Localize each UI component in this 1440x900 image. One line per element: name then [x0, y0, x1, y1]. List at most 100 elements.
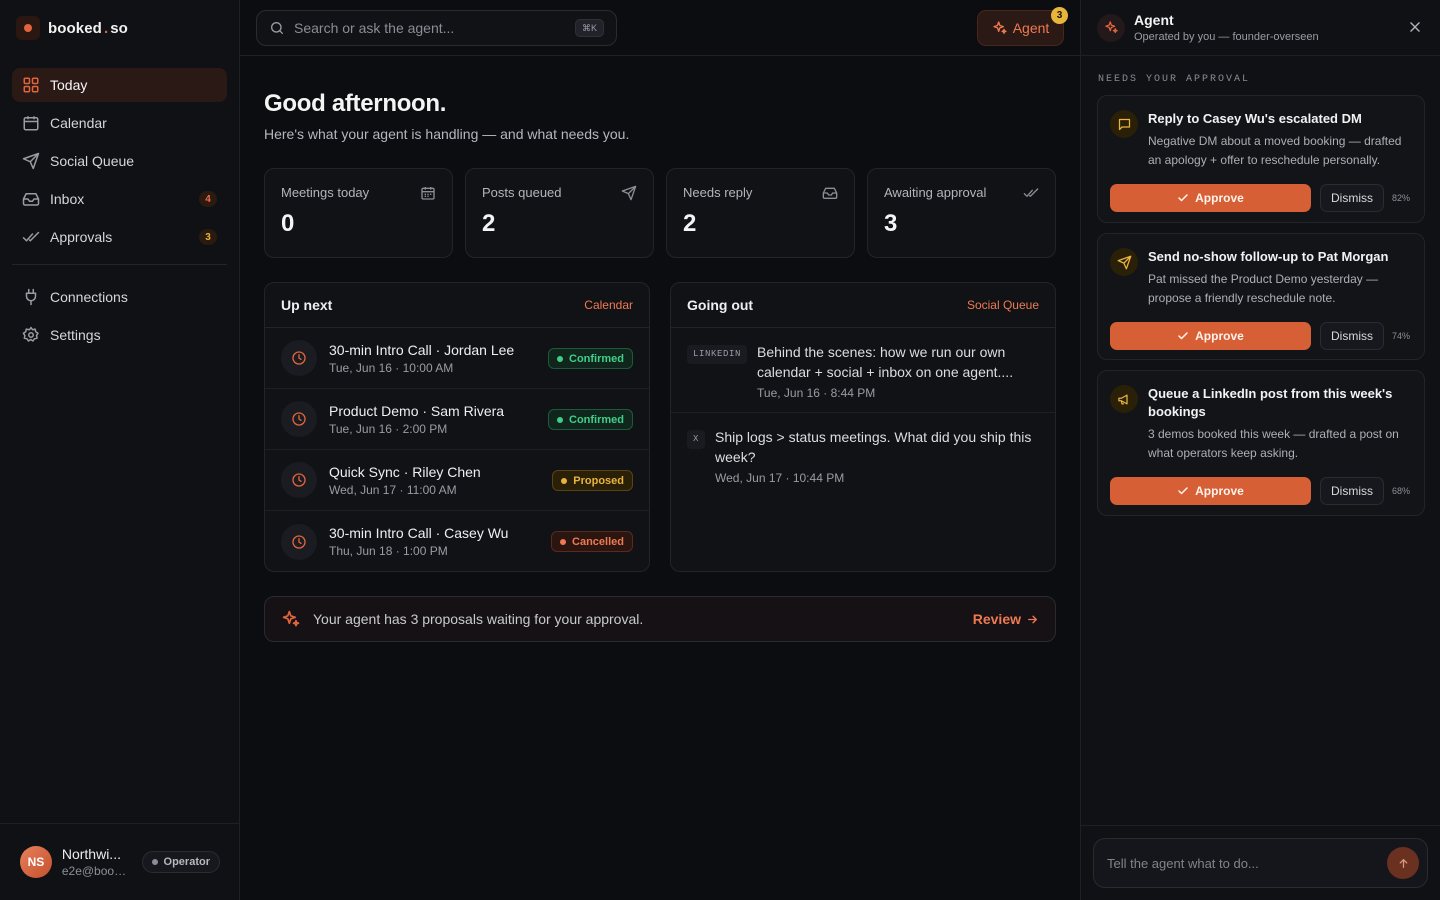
- agent-subtitle: Operated by you — founder-overseen: [1134, 31, 1319, 43]
- social-queue-link[interactable]: Social Queue: [967, 298, 1039, 312]
- event-time: Tue, Jun 16 · 2:00 PM: [329, 421, 448, 436]
- search-bar[interactable]: ⌘K: [256, 10, 617, 46]
- clock-icon: [281, 523, 317, 560]
- proposal-header: Reply to Casey Wu's escalated DM Negativ…: [1110, 110, 1410, 170]
- agent-title: Agent: [1134, 12, 1174, 28]
- sparkle-icon: [282, 610, 300, 627]
- user-account[interactable]: NS Northwi... e2e@book... Operator: [0, 823, 240, 900]
- event-info: Product Demo · Sam Rivera Tue, Jun 16 · …: [329, 403, 504, 436]
- stat-card-posts: Posts queued 2: [465, 168, 654, 258]
- agent-composer[interactable]: [1093, 838, 1428, 888]
- check-icon: [1178, 332, 1188, 340]
- event-time: Tue, Jun 16 · 10:00 AM: [329, 360, 454, 375]
- event-time: Thu, Jun 18 · 1:00 PM: [329, 544, 448, 558]
- panel-title: Going out: [687, 297, 754, 313]
- post-time: Tue, Jun 16 · 8:44 PM: [757, 386, 876, 400]
- approve-button[interactable]: Approve: [1110, 184, 1311, 212]
- dismiss-button[interactable]: Dismiss: [1319, 477, 1384, 505]
- inbox-icon: [22, 193, 40, 206]
- confidence-score: 68%: [1391, 486, 1410, 496]
- agent-input[interactable]: [1107, 855, 1387, 871]
- post-text: Ship logs > status meetings. What did yo…: [715, 429, 1032, 465]
- proposal-header: Queue a LinkedIn post from this week's b…: [1110, 385, 1410, 463]
- send-icon: [22, 152, 40, 170]
- grid-icon: [23, 77, 39, 93]
- dismiss-button[interactable]: Dismiss: [1319, 322, 1384, 350]
- user-email: e2e@book...: [61, 864, 130, 878]
- proposal-actions: Approve Dismiss 68%: [1110, 477, 1410, 505]
- approve-button[interactable]: Approve: [1110, 477, 1311, 505]
- going-out-panel: Going out Social Queue LINKEDIN Behind t…: [670, 282, 1056, 572]
- sparkle-icon: [993, 21, 1007, 34]
- section-label: NEEDS YOUR APPROVAL: [1098, 74, 1251, 85]
- proposal-card: Reply to Casey Wu's escalated DM Negativ…: [1097, 95, 1425, 223]
- event-info: Quick Sync · Riley Chen Wed, Jun 17 · 11…: [329, 464, 481, 497]
- event-row[interactable]: Product Demo · Sam Rivera Tue, Jun 16 · …: [265, 389, 649, 450]
- event-row[interactable]: 30-min Intro Call · Jordan Lee Tue, Jun …: [265, 328, 649, 389]
- proposal-desc: Pat missed the Product Demo yesterday — …: [1148, 272, 1379, 305]
- approve-label: Approve: [1195, 484, 1244, 498]
- send-button[interactable]: [1387, 847, 1419, 879]
- composer-divider: [1081, 825, 1440, 826]
- user-name: Northwi...: [61, 846, 121, 862]
- brand-logo[interactable]: booked. so: [16, 16, 128, 40]
- event-title: Quick Sync · Riley Chen: [329, 463, 481, 480]
- event-row[interactable]: Quick Sync · Riley Chen Wed, Jun 17 · 11…: [265, 450, 649, 511]
- message-icon: [1110, 110, 1138, 138]
- event-time: Wed, Jun 17 · 11:00 AM: [329, 482, 457, 497]
- proposal-title: Send no-show follow-up to Pat Morgan: [1148, 249, 1389, 264]
- sidebar-item-social-queue[interactable]: Social Queue: [12, 144, 227, 178]
- post-body: Behind the scenes: how we run our own ca…: [757, 342, 1039, 400]
- sidebar-item-label: Settings: [50, 327, 101, 343]
- approve-button[interactable]: Approve: [1110, 322, 1311, 350]
- check-icon: [1178, 194, 1188, 202]
- inbox-icon: [822, 187, 838, 199]
- arrow-right-icon: [1028, 615, 1037, 623]
- sidebar-item-today[interactable]: Today: [12, 68, 227, 102]
- sidebar-item-inbox[interactable]: Inbox 4: [12, 182, 227, 216]
- check-double-icon: [1023, 188, 1039, 197]
- agent-button[interactable]: Agent 3: [977, 7, 1068, 46]
- post-time: Wed, Jun 17 · 10:44 PM: [715, 471, 845, 485]
- event-title: 30-min Intro Call · Jordan Lee: [329, 341, 515, 358]
- post-item[interactable]: X Ship logs > status meetings. What did …: [671, 413, 1055, 499]
- sidebar-item-approvals[interactable]: Approvals 3: [12, 220, 227, 254]
- page-title: Good afternoon.: [264, 90, 447, 117]
- approvals-count-badge: 3: [199, 229, 217, 245]
- megaphone-icon: [1110, 385, 1138, 413]
- panel-header: Going out Social Queue: [671, 283, 1055, 328]
- sidebar-item-connections[interactable]: Connections: [12, 280, 227, 314]
- proposal-title: Reply to Casey Wu's escalated DM: [1148, 111, 1362, 126]
- post-item[interactable]: LINKEDIN Behind the scenes: how we run o…: [671, 328, 1055, 413]
- review-link[interactable]: Review: [973, 611, 1039, 627]
- sidebar-item-label: Social Queue: [50, 153, 135, 169]
- network-tag: X: [687, 430, 706, 449]
- user-info: Northwi... e2e@book...: [62, 846, 130, 878]
- proposal-text: Send no-show follow-up to Pat Morgan Pat…: [1148, 248, 1410, 308]
- arrow-up-icon: [1399, 858, 1407, 868]
- calendar-link[interactable]: Calendar: [584, 298, 633, 312]
- topbar: ⌘K Agent 3: [240, 0, 1080, 56]
- brand-name: booked. so: [48, 19, 128, 37]
- proposal-card: Queue a LinkedIn post from this week's b…: [1097, 370, 1425, 516]
- sidebar-item-label: Calendar: [50, 115, 107, 131]
- page-subtitle: Here's what your agent is handling — and…: [264, 126, 630, 142]
- post-text: Behind the scenes: how we run our own ca…: [757, 344, 1014, 380]
- sidebar-divider: [12, 264, 227, 265]
- inbox-count-badge: 4: [199, 191, 217, 207]
- dismiss-button[interactable]: Dismiss: [1319, 184, 1384, 212]
- agent-button-label: Agent: [1012, 20, 1050, 36]
- event-info: 30-min Intro Call · Casey Wu Thu, Jun 18…: [329, 525, 508, 558]
- search-icon: [271, 22, 283, 34]
- sidebar-item-calendar[interactable]: Calendar: [12, 106, 227, 140]
- clock-icon: [281, 401, 317, 437]
- event-row[interactable]: 30-min Intro Call · Casey Wu Thu, Jun 18…: [265, 511, 649, 571]
- network-tag: LINKEDIN: [687, 345, 748, 364]
- sidebar-item-settings[interactable]: Settings: [12, 318, 227, 352]
- search-input[interactable]: [294, 20, 575, 36]
- status-badge: Confirmed: [548, 409, 633, 430]
- panel-title: Up next: [281, 297, 333, 313]
- close-icon[interactable]: [1408, 20, 1422, 34]
- confidence-score: 82%: [1391, 193, 1410, 203]
- check-double-icon: [22, 231, 40, 242]
